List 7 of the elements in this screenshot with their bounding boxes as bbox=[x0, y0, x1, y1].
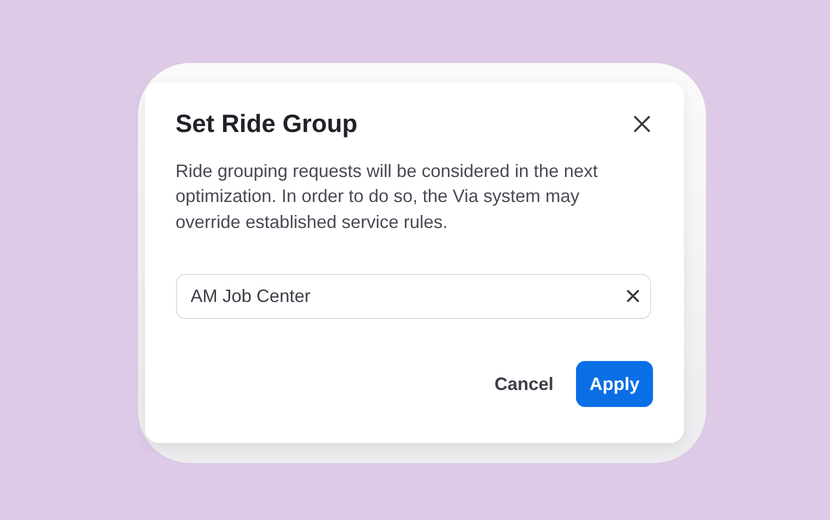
close-icon bbox=[634, 116, 650, 132]
dialog-title: Set Ride Group bbox=[176, 110, 358, 138]
cancel-button[interactable]: Cancel bbox=[494, 374, 554, 394]
apply-button[interactable]: Apply bbox=[576, 361, 652, 407]
dialog-message: Ride grouping requests will be considered in the next optimization. In order to do so, the Via system may override established service rules. bbox=[176, 160, 599, 234]
clear-icon bbox=[626, 290, 638, 302]
ride-group-field[interactable]: AM Job Center bbox=[176, 274, 650, 319]
